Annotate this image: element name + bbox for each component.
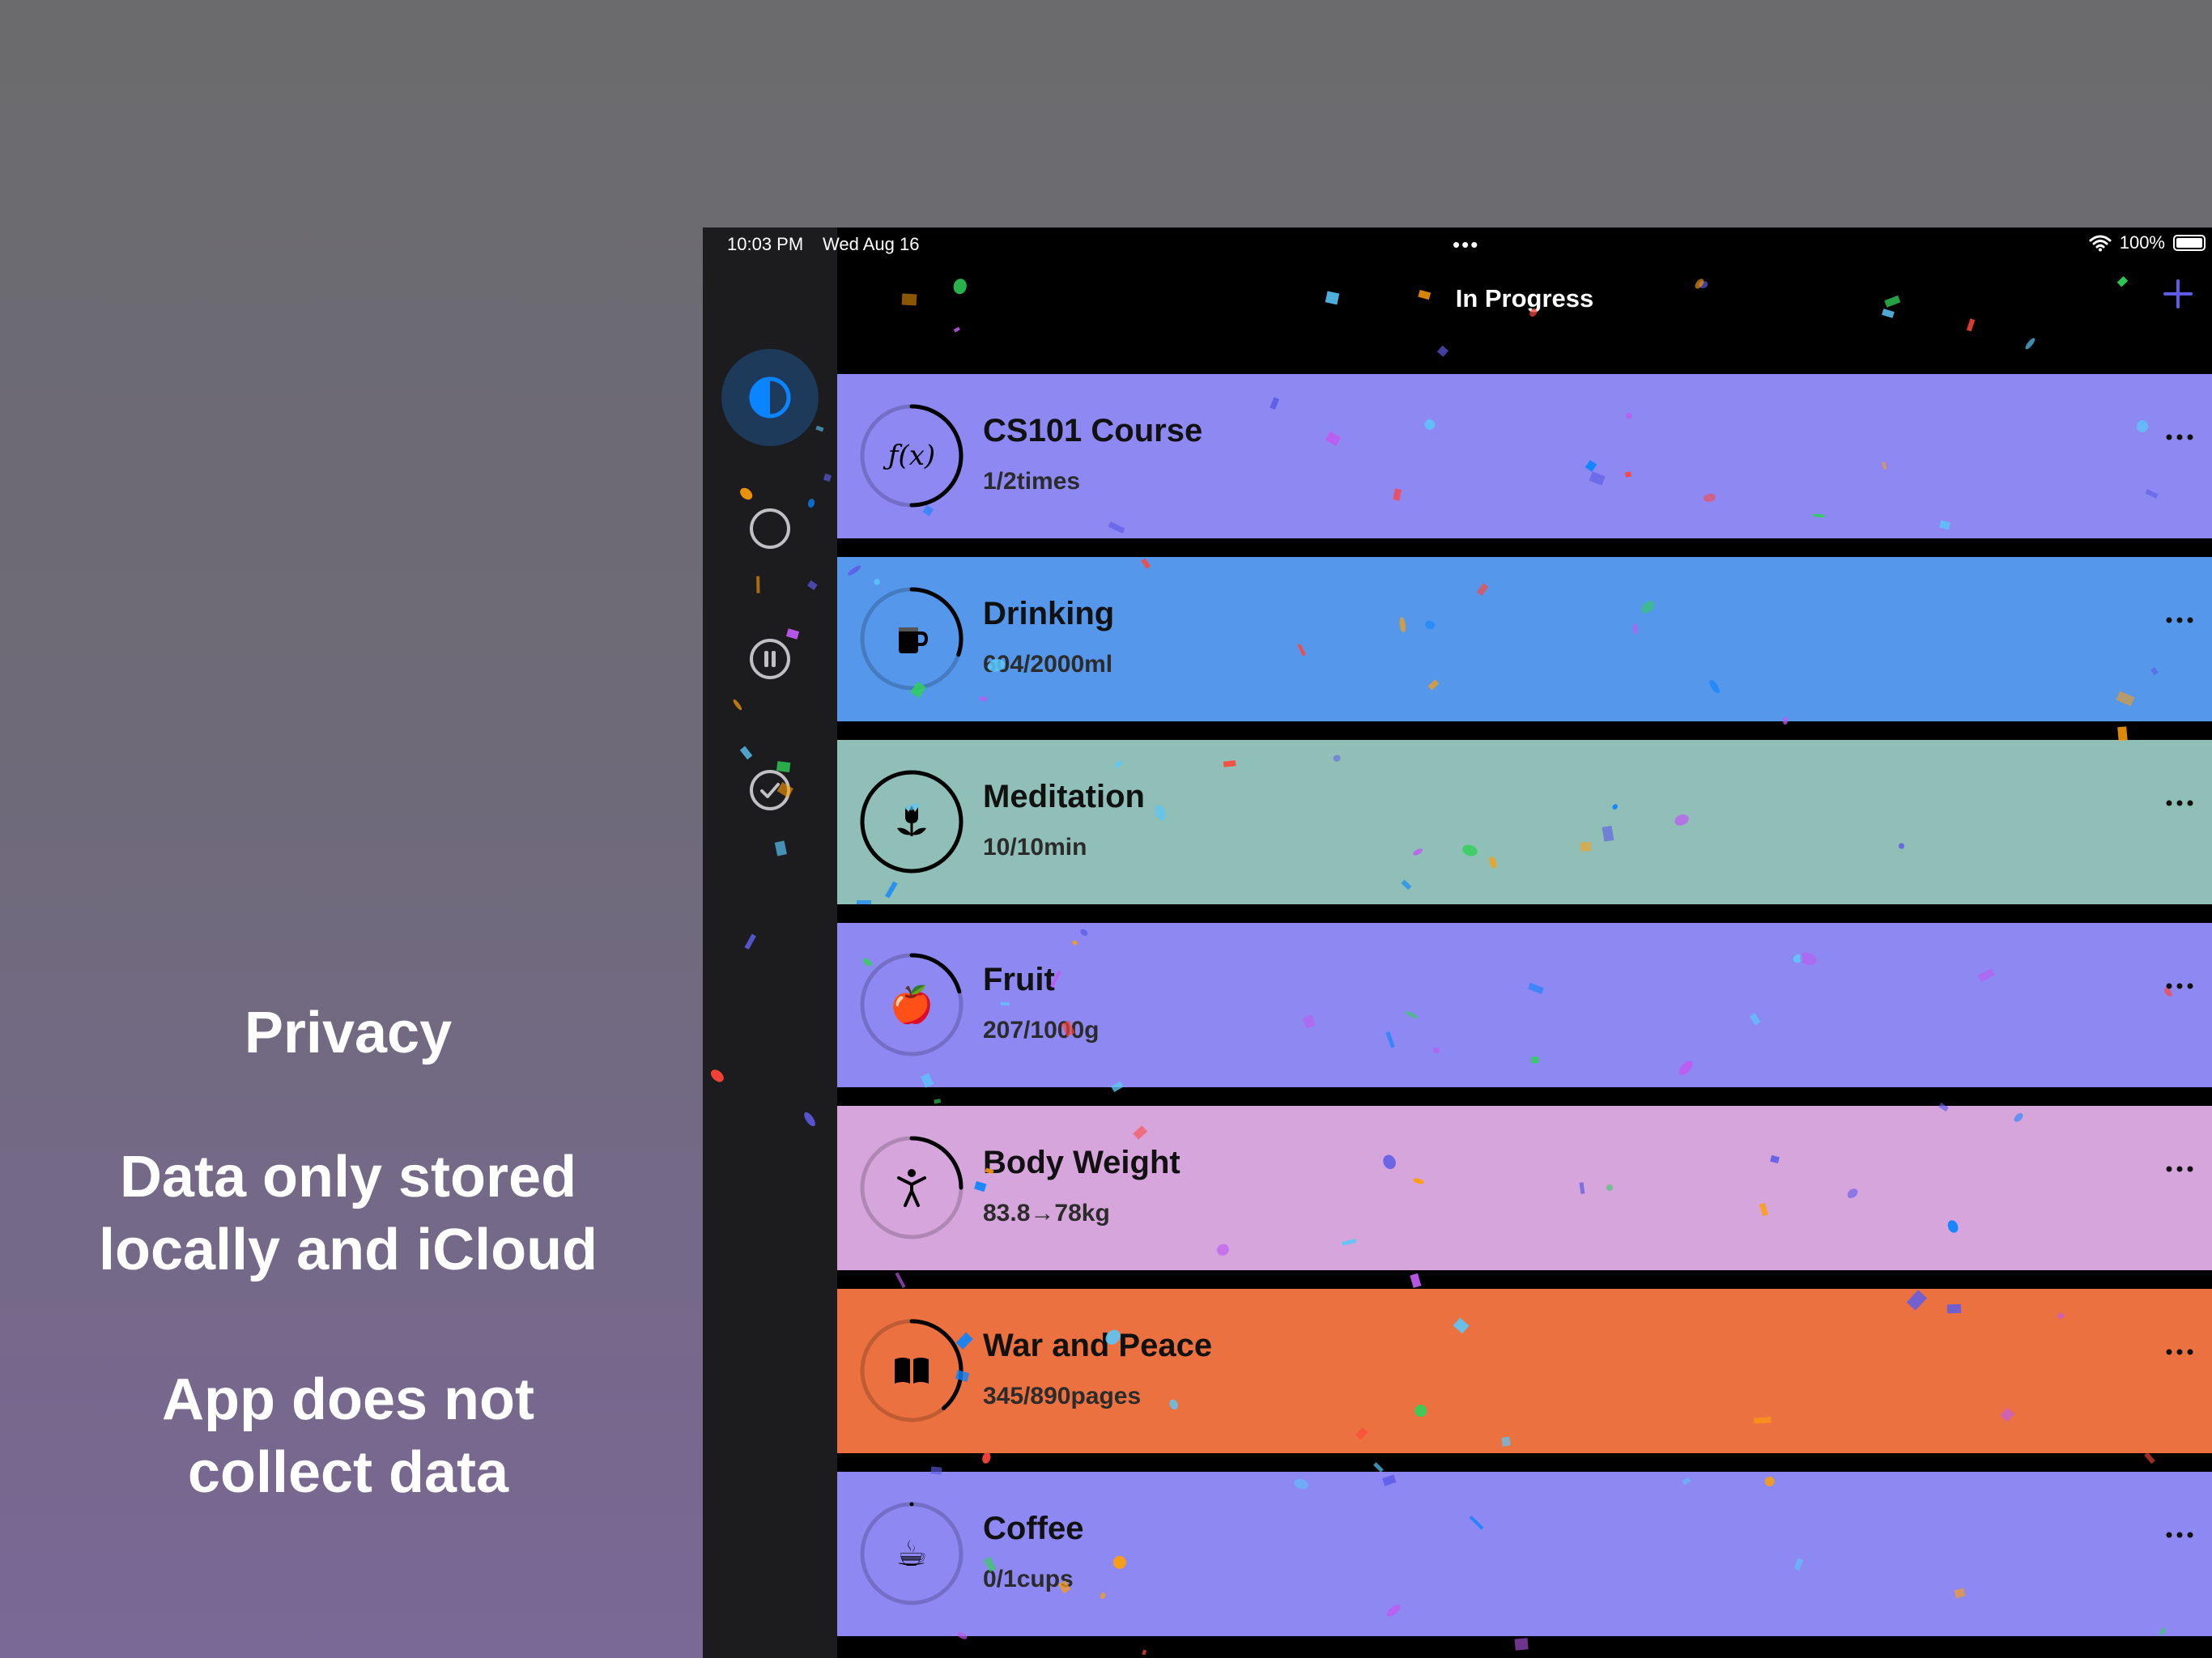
goal-card-fruit[interactable]: 🍎 Fruit 207/1000g <box>837 923 2212 1087</box>
nav-bar: In Progress <box>837 263 2212 344</box>
goal-card-war-and-peace[interactable]: War and Peace 345/890pages <box>837 1289 2212 1453</box>
apple-icon: 🍎 <box>858 951 965 1058</box>
device-screen: 10:03 PM Wed Aug 16 ••• 100% In Progress <box>703 227 2212 1658</box>
ellipsis-icon <box>2166 1349 2193 1355</box>
confetti-piece <box>1514 1638 1529 1651</box>
confetti-piece <box>934 1099 942 1104</box>
mug-icon <box>858 585 965 692</box>
coffee-glyph: ☕ <box>895 1533 928 1574</box>
circle-icon <box>750 508 790 549</box>
more-options-button[interactable] <box>2157 604 2202 636</box>
goal-card-body-weight[interactable]: Body Weight 83.8→78kg <box>837 1106 2212 1270</box>
ellipsis-icon <box>2166 1166 2193 1172</box>
ellipsis-icon <box>2166 800 2193 806</box>
sidebar-item-in-progress[interactable] <box>721 480 819 577</box>
goal-title: Meditation <box>983 779 1145 814</box>
sidebar <box>703 227 837 1658</box>
sidebar-item-completed[interactable] <box>721 742 819 839</box>
add-goal-button[interactable] <box>2154 270 2202 318</box>
confetti-piece <box>1141 1649 1146 1656</box>
status-bar: 10:03 PM Wed Aug 16 ••• 100% <box>703 227 2212 263</box>
goal-title: Coffee <box>983 1511 1084 1546</box>
confetti-piece <box>1437 346 1449 358</box>
confetti-piece <box>1372 1461 1384 1473</box>
goal-title: Fruit <box>983 962 1055 997</box>
more-options-button[interactable] <box>2157 970 2202 1002</box>
goal-progress-text: 1/2times <box>983 468 1081 495</box>
checkmark-circle-icon <box>750 770 790 810</box>
ellipsis-icon <box>2166 983 2193 989</box>
more-options-button[interactable] <box>2157 1336 2202 1368</box>
apple-glyph: 🍎 <box>889 985 934 1025</box>
confetti-piece <box>1410 1273 1422 1288</box>
goal-title: War and Peace <box>983 1328 1213 1363</box>
goal-progress-text: 604/2000ml <box>983 651 1113 678</box>
coffee-cup-icon: ☕ <box>858 1500 965 1607</box>
goal-card-coffee[interactable]: ☕ Coffee 0/1cups <box>837 1472 2212 1636</box>
ellipsis-icon <box>2166 1532 2193 1538</box>
pause-circle-icon <box>750 639 790 679</box>
more-options-button[interactable] <box>2157 787 2202 819</box>
status-date: Wed Aug 16 <box>823 234 920 254</box>
more-options-button[interactable] <box>2157 421 2202 453</box>
ellipsis-icon <box>2166 617 2193 623</box>
promo-collect-line2: collect data <box>187 1440 509 1505</box>
confetti-piece <box>2117 726 2128 742</box>
goal-title: Body Weight <box>983 1145 1180 1180</box>
goal-progress-text: 83.8→78kg <box>983 1200 1110 1226</box>
promo-privacy: Privacy <box>244 1001 453 1065</box>
confetti-piece <box>2143 1452 2155 1465</box>
multitasking-dots[interactable]: ••• <box>1453 232 1479 257</box>
wifi-icon <box>2089 235 2112 252</box>
goal-progress-text: 345/890pages <box>983 1383 1142 1409</box>
confetti-piece <box>895 1272 906 1289</box>
battery-percent: 100% <box>2119 232 2165 253</box>
promo-storage-line1: Data only stored <box>119 1145 577 1209</box>
goal-progress-text: 207/1000g <box>983 1017 1100 1044</box>
more-options-button[interactable] <box>2157 1519 2202 1551</box>
function-icon: ƒ(x) <box>858 402 965 509</box>
goal-progress-text: 10/10min <box>983 834 1087 861</box>
sidebar-item-all[interactable] <box>721 349 819 446</box>
person-icon <box>858 1134 965 1241</box>
book-icon <box>858 1317 965 1424</box>
battery-icon <box>2173 235 2206 251</box>
promo-collect-line1: App does not <box>162 1367 534 1432</box>
page-title: In Progress <box>1455 284 1594 312</box>
promo-storage-line2: locally and iCloud <box>98 1218 598 1282</box>
goal-progress-text: 0/1cups <box>983 1566 1074 1592</box>
function-glyph: ƒ(x) <box>887 440 936 472</box>
goal-card-cs101-course[interactable]: ƒ(x) CS101 Course 1/2times <box>837 374 2212 538</box>
goal-card-drinking[interactable]: Drinking 604/2000ml <box>837 557 2212 721</box>
status-time: 10:03 PM <box>727 234 804 254</box>
more-options-button[interactable] <box>2157 1153 2202 1185</box>
ellipsis-icon <box>2166 434 2193 440</box>
sidebar-item-paused[interactable] <box>721 610 819 708</box>
lotus-icon <box>858 768 965 875</box>
half-circle-icon <box>749 376 791 419</box>
plus-icon <box>2163 279 2193 308</box>
goal-title: CS101 Course <box>983 413 1203 449</box>
goal-card-meditation[interactable]: Meditation 10/10min <box>837 740 2212 904</box>
goal-title: Drinking <box>983 596 1115 631</box>
confetti-piece <box>981 1451 993 1465</box>
